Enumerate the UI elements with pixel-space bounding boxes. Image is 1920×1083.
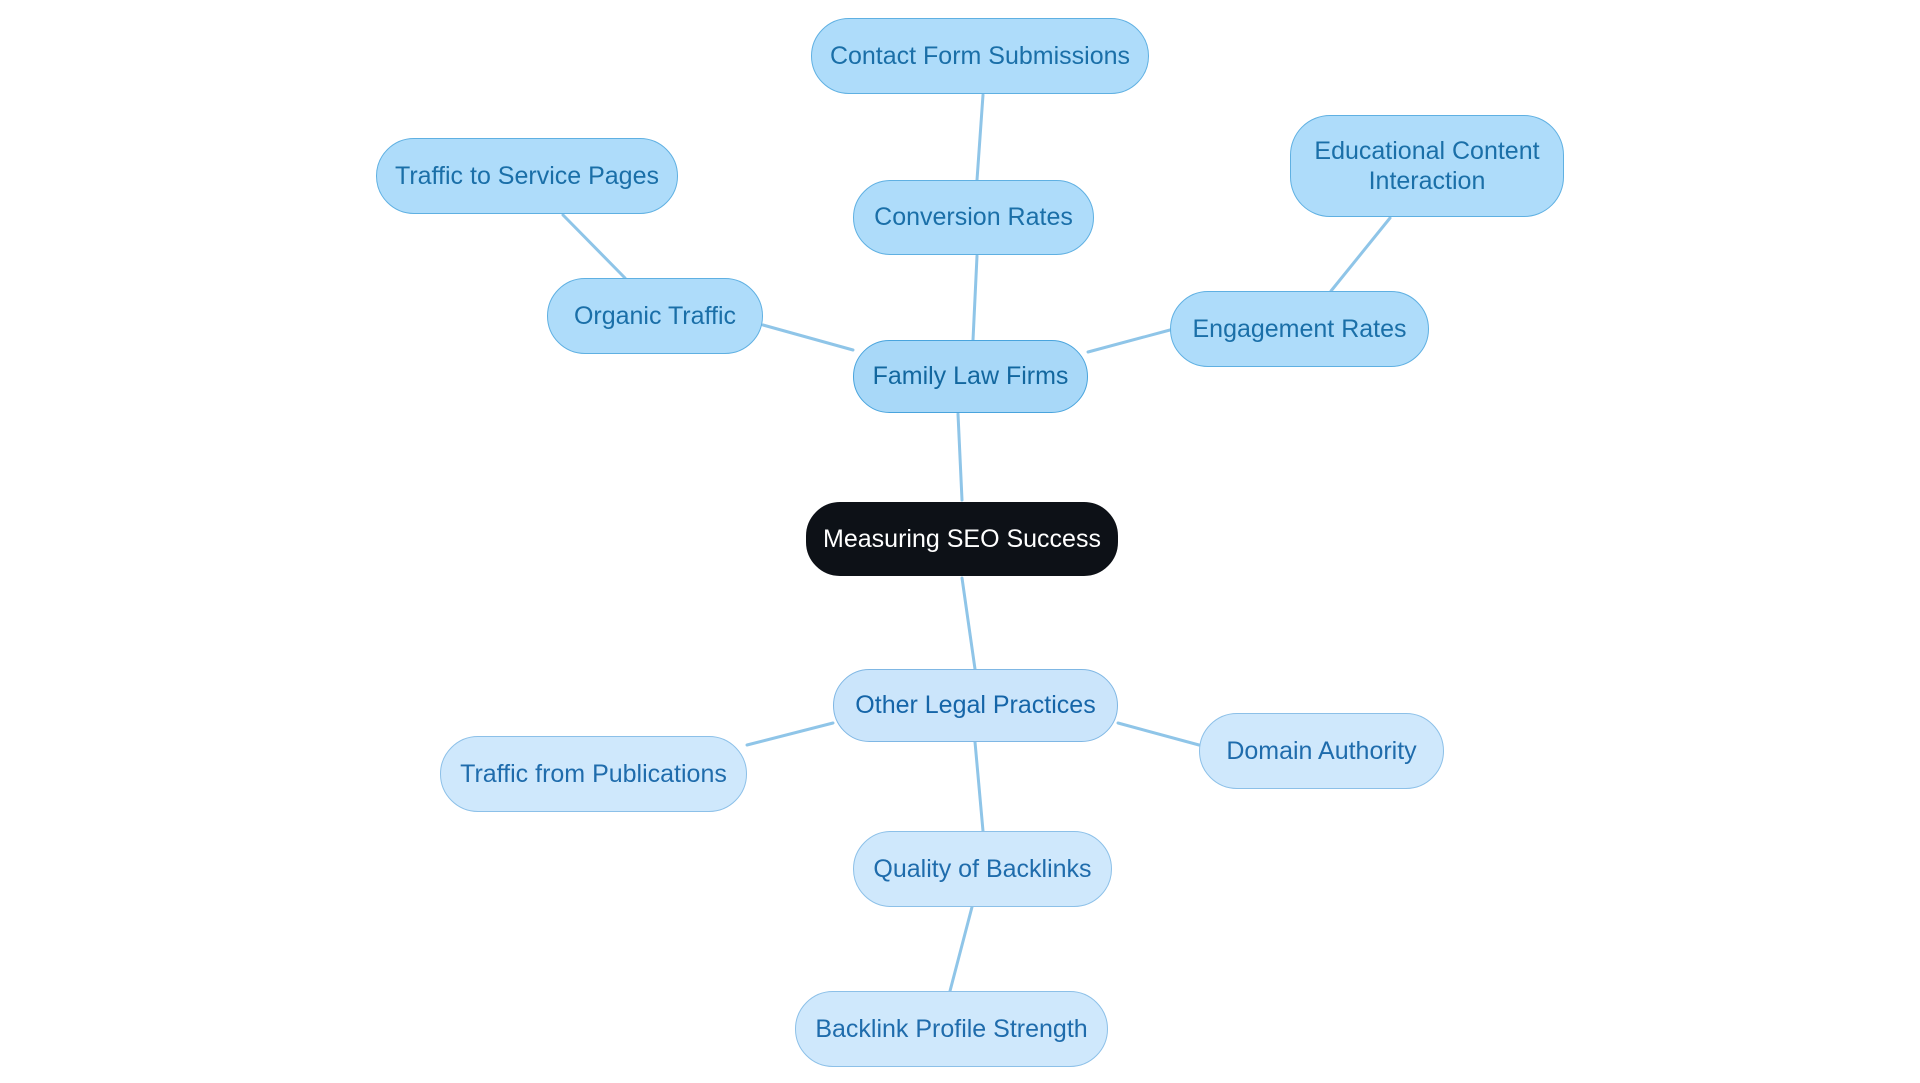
mindmap-node-engagement-rates[interactable]: Engagement Rates: [1170, 291, 1429, 367]
mindmap-node-domain-authority[interactable]: Domain Authority: [1199, 713, 1444, 789]
mindmap-edge: [561, 213, 627, 280]
mindmap-node-other-legal-practices[interactable]: Other Legal Practices: [833, 669, 1118, 742]
mindmap-node-root[interactable]: Measuring SEO Success: [806, 502, 1118, 576]
mindmap-edge: [1116, 721, 1201, 747]
mindmap-edge: [1329, 216, 1392, 293]
mindmap-node-conversion-rates[interactable]: Conversion Rates: [853, 180, 1094, 255]
mindmap-node-organic-traffic[interactable]: Organic Traffic: [547, 278, 763, 354]
mindmap-canvas: Measuring SEO Success Family Law Firms Oth…: [0, 0, 1920, 1083]
mindmap-node-backlink-profile-strength[interactable]: Backlink Profile Strength: [795, 991, 1108, 1067]
mindmap-node-quality-of-backlinks[interactable]: Quality of Backlinks: [853, 831, 1112, 907]
mindmap-edge: [975, 93, 985, 182]
mindmap-edge: [1086, 328, 1172, 354]
mindmap-edge: [960, 576, 977, 671]
mindmap-node-contact-form-submissions[interactable]: Contact Form Submissions: [811, 18, 1149, 94]
mindmap-node-traffic-to-service-pages[interactable]: Traffic to Service Pages: [376, 138, 678, 214]
mindmap-node-family-law-firms[interactable]: Family Law Firms: [853, 340, 1088, 413]
mindmap-edge: [973, 740, 985, 833]
mindmap-edge: [745, 721, 835, 747]
mindmap-edge: [948, 905, 974, 993]
mindmap-node-educational-content-interaction[interactable]: Educational Content Interaction: [1290, 115, 1564, 217]
mindmap-edge: [761, 323, 855, 352]
mindmap-edge: [971, 254, 979, 342]
mindmap-edge: [956, 412, 964, 502]
mindmap-node-traffic-from-publications[interactable]: Traffic from Publications: [440, 736, 747, 812]
